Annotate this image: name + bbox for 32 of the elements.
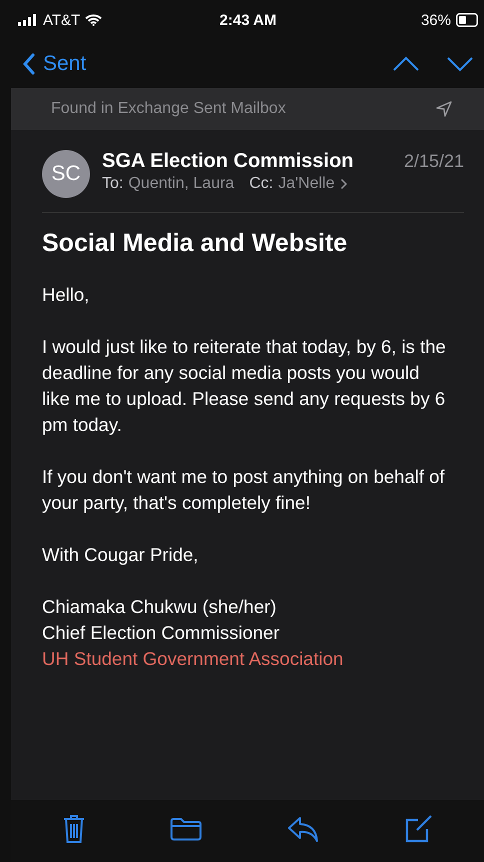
to-recipients: Quentin, Laura bbox=[128, 175, 234, 193]
body-paragraph: Hello, bbox=[42, 283, 90, 307]
to-label: To: bbox=[102, 175, 124, 193]
trash-icon[interactable] bbox=[63, 814, 86, 844]
carrier-name: AT&T bbox=[43, 12, 80, 28]
send-icon bbox=[436, 101, 452, 117]
status-time: 2:43 AM bbox=[220, 12, 276, 28]
back-button[interactable]: Sent bbox=[22, 52, 86, 76]
signal-icon bbox=[18, 14, 38, 26]
cc-recipients: Ja'Nelle bbox=[278, 175, 335, 193]
signature-link[interactable]: UH Student Government Association bbox=[42, 646, 344, 672]
wifi-icon bbox=[85, 14, 102, 26]
message-subject: Social Media and Website bbox=[42, 229, 348, 258]
battery-percent: 36% bbox=[420, 12, 451, 28]
reply-icon[interactable] bbox=[286, 816, 319, 842]
message-date: 2/15/21 bbox=[404, 151, 464, 172]
signature-line: Chief Election Commissioner bbox=[42, 621, 280, 645]
banner-text: Found in Exchange Sent Mailbox bbox=[51, 100, 286, 118]
cc-label: Cc: bbox=[249, 175, 274, 193]
chevron-left-icon bbox=[22, 53, 35, 75]
folder-icon[interactable] bbox=[170, 817, 202, 841]
body-paragraph: If you don't want me to post anything on behalf of your party, that's completely fine! bbox=[42, 465, 446, 515]
previous-message-icon[interactable] bbox=[392, 56, 420, 72]
next-message-icon[interactable] bbox=[446, 56, 474, 72]
body-paragraph: With Cougar Pride, bbox=[42, 543, 200, 567]
chevron-right-icon[interactable] bbox=[340, 178, 348, 190]
compose-icon[interactable] bbox=[404, 815, 432, 843]
signature-line: Chiamaka Chukwu (she/her) bbox=[42, 595, 276, 619]
battery-icon bbox=[456, 13, 478, 27]
sender-name: SGA Election Commission bbox=[102, 150, 354, 173]
body-paragraph: I would just like to reiterate that today, by 6, is the deadline for any social media posts you would like me to upload. Please send any requests by 6 pm today. bbox=[42, 335, 447, 437]
sender-avatar: SC bbox=[42, 150, 90, 198]
